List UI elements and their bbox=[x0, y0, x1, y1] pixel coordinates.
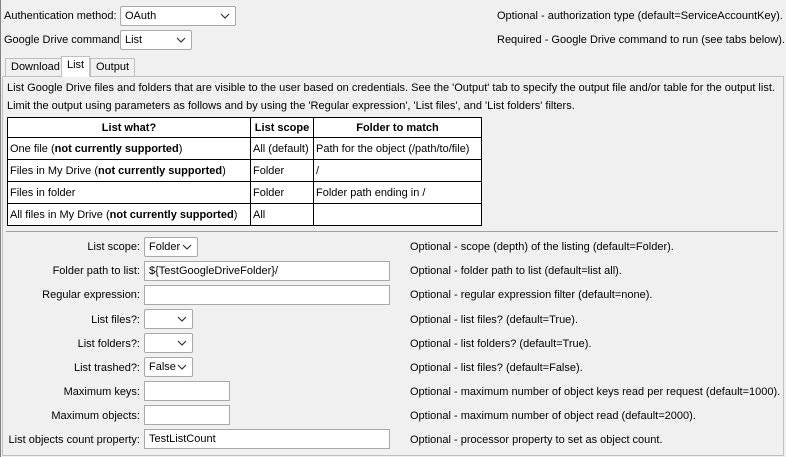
table-header: Folder to match bbox=[313, 117, 482, 138]
list-folders-desc: Optional - list folders? (default=True). bbox=[410, 338, 592, 350]
list-files-desc: Optional - list files? (default=True). bbox=[410, 314, 579, 326]
regex-label: Regular expression: bbox=[42, 289, 140, 301]
table-cell-what: Files in folder bbox=[7, 181, 251, 204]
list-trashed-value: False bbox=[149, 361, 176, 373]
table-header: List scope bbox=[250, 117, 314, 138]
auth-method-select[interactable]: OAuth bbox=[120, 6, 236, 26]
list-folders-label: List folders?: bbox=[77, 338, 140, 350]
separator bbox=[6, 231, 778, 232]
auth-method-desc: Optional - authorization type (default=S… bbox=[497, 10, 783, 22]
tab-output[interactable]: Output bbox=[90, 58, 136, 76]
list-files-label: List files?: bbox=[91, 314, 140, 326]
list-trashed-label: List trashed?: bbox=[73, 362, 140, 374]
command-label: Google Drive command: bbox=[4, 34, 123, 46]
tab-download[interactable]: Download bbox=[5, 58, 66, 76]
list-options-table: List what? List scope Folder to match On… bbox=[7, 117, 482, 226]
chevron-down-icon bbox=[181, 241, 193, 253]
count-property-desc: Optional - processor property to set as … bbox=[410, 434, 663, 446]
list-trashed-desc: Optional - list files? (default=False). bbox=[410, 362, 583, 374]
list-trashed-select[interactable]: False bbox=[144, 357, 193, 377]
table-header: List what? bbox=[7, 117, 251, 138]
regex-desc: Optional - regular expression filter (de… bbox=[410, 289, 653, 301]
table-row: Files in My Drive (not currently support… bbox=[7, 159, 482, 182]
table-cell-match: Path for the object (/path/to/file) bbox=[313, 137, 482, 160]
max-keys-label: Maximum keys: bbox=[63, 386, 140, 398]
chevron-down-icon bbox=[219, 10, 231, 22]
table-cell-scope: All bbox=[250, 203, 314, 226]
table-cell-scope: All (default) bbox=[250, 137, 314, 160]
table-row: Files in folder Folder Folder path endin… bbox=[7, 181, 482, 204]
list-scope-label: List scope: bbox=[87, 241, 140, 253]
window-edge bbox=[0, 0, 1, 457]
chevron-down-icon bbox=[176, 361, 188, 373]
table-row: All files in My Drive (not currently sup… bbox=[7, 203, 482, 226]
folder-path-desc: Optional - folder path to list (default=… bbox=[410, 265, 622, 277]
folder-path-label: Folder path to list: bbox=[52, 265, 140, 277]
chevron-down-icon bbox=[176, 313, 188, 325]
max-objects-desc: Optional - maximum number of object read… bbox=[410, 410, 696, 422]
tab-list[interactable]: List bbox=[61, 56, 91, 77]
table-cell-what: All files in My Drive (not currently sup… bbox=[7, 203, 251, 226]
command-value: List bbox=[125, 34, 143, 46]
table-header-row: List what? List scope Folder to match bbox=[7, 117, 482, 138]
command-desc: Required - Google Drive command to run (… bbox=[497, 34, 785, 46]
table-cell-scope: Folder bbox=[250, 159, 314, 182]
table-cell-scope: Folder bbox=[250, 181, 314, 204]
table-cell-match: Folder path ending in / bbox=[313, 181, 482, 204]
folder-path-input[interactable]: ${TestGoogleDriveFolder}/ bbox=[144, 261, 390, 281]
count-property-label: List objects count property: bbox=[8, 434, 140, 446]
list-scope-desc: Optional - scope (depth) of the listing … bbox=[410, 241, 674, 253]
count-property-input[interactable]: TestListCount bbox=[144, 429, 390, 449]
chevron-down-icon bbox=[176, 337, 188, 349]
table-cell-match bbox=[313, 203, 482, 226]
max-objects-input[interactable] bbox=[144, 405, 230, 425]
regex-input[interactable] bbox=[144, 285, 390, 305]
list-scope-value: Folder bbox=[149, 241, 181, 253]
max-objects-label: Maximum objects: bbox=[51, 410, 140, 422]
chevron-down-icon bbox=[175, 34, 187, 46]
auth-method-label: Authentication method: bbox=[4, 10, 117, 22]
max-keys-desc: Optional - maximum number of object keys… bbox=[410, 386, 781, 398]
intro-line-1: List Google Drive files and folders that… bbox=[7, 82, 775, 94]
list-scope-select[interactable]: Folder bbox=[144, 237, 198, 257]
table-cell-what: One file (not currently supported) bbox=[7, 137, 251, 160]
max-keys-input[interactable] bbox=[144, 381, 230, 401]
intro-line-2: Limit the output using parameters as fol… bbox=[7, 100, 575, 112]
list-folders-select[interactable] bbox=[144, 333, 193, 353]
table-cell-match: / bbox=[313, 159, 482, 182]
table-row: One file (not currently supported) All (… bbox=[7, 137, 482, 160]
list-files-select[interactable] bbox=[144, 309, 193, 329]
table-cell-what: Files in My Drive (not currently support… bbox=[7, 159, 251, 182]
auth-method-value: OAuth bbox=[125, 10, 157, 22]
command-select[interactable]: List bbox=[120, 30, 192, 50]
